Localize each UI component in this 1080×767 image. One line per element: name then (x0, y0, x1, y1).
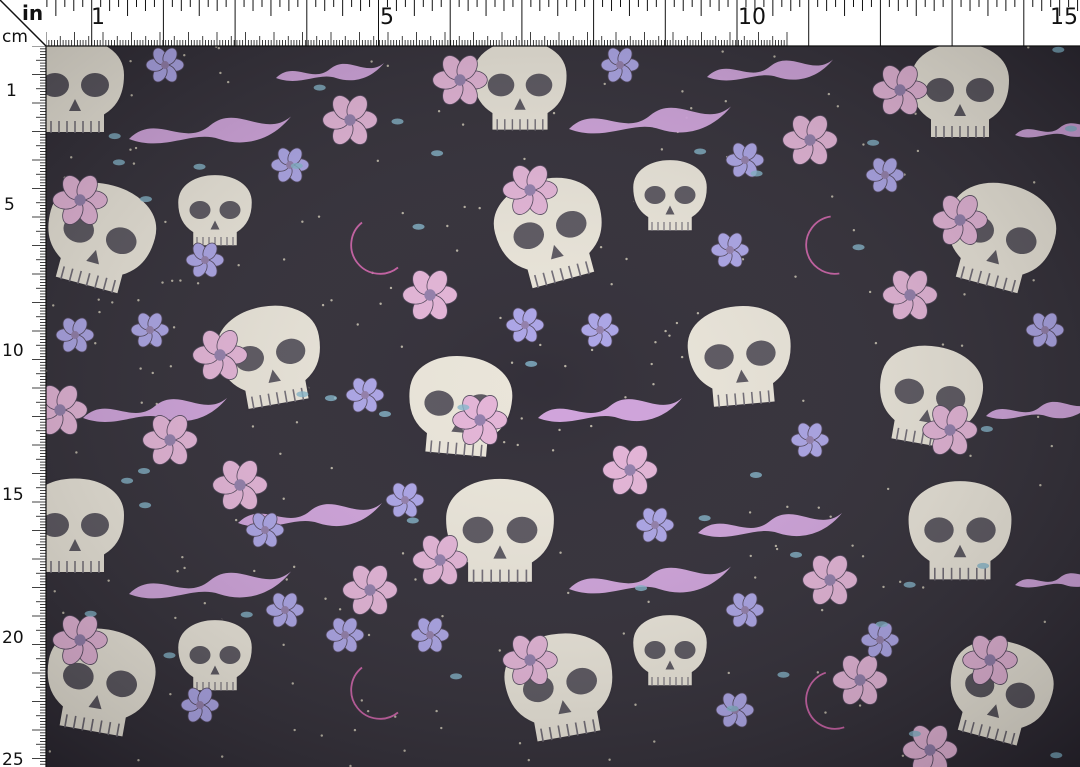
cm-label-15: 15 (2, 485, 24, 505)
fabric-print: in cm 1 5 10 15 1 5 10 15 20 25 (0, 0, 1080, 767)
inch-label-1: 1 (91, 5, 105, 30)
left-ruler (0, 0, 46, 767)
inch-label-10: 10 (738, 5, 766, 30)
cm-label-5: 5 (4, 195, 15, 215)
inch-label-5: 5 (380, 5, 394, 30)
fabric-fold-shading (0, 0, 1080, 767)
inch-label-15: 15 (1050, 5, 1078, 30)
cm-label-20: 20 (2, 628, 24, 648)
cm-label-25: 25 (2, 750, 24, 767)
inch-unit-label: in (22, 1, 43, 25)
fabric-swatch-photo: in cm 1 5 10 15 1 5 10 15 20 25 (0, 0, 1080, 767)
cm-label-1: 1 (6, 81, 17, 101)
cm-label-10: 10 (2, 341, 24, 361)
cm-unit-label: cm (2, 27, 28, 47)
